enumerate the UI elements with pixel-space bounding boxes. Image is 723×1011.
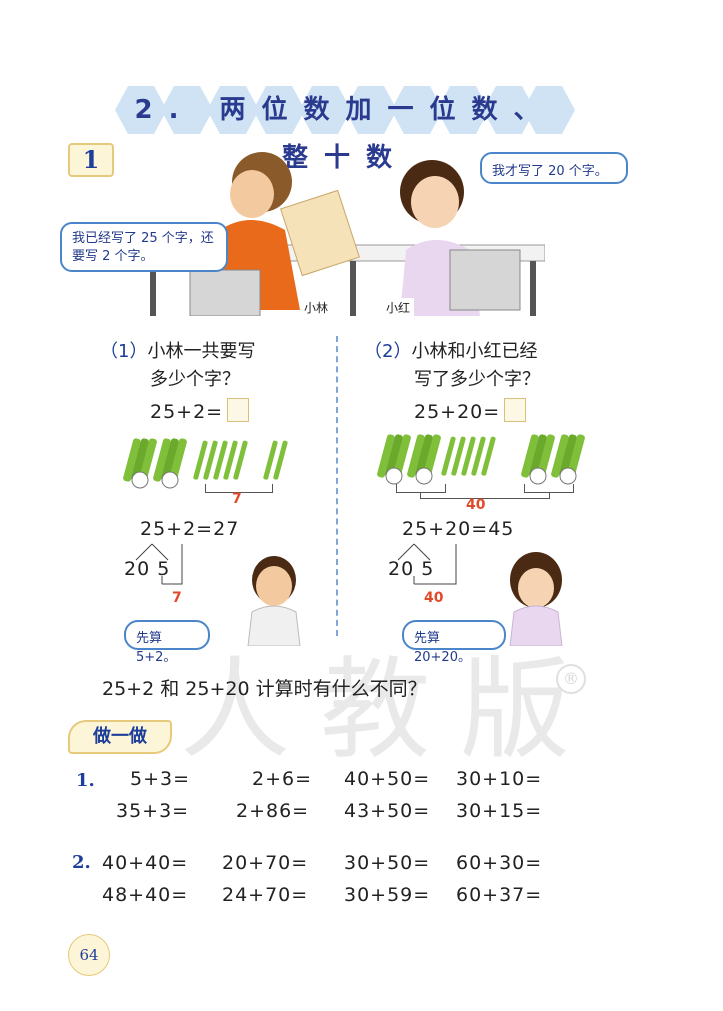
practice-label: 做一做: [68, 720, 172, 754]
part1-equation: 25+2=: [150, 398, 250, 423]
part1-bracket-label: 7: [232, 491, 242, 507]
part1-split-label: 7: [172, 590, 182, 606]
part2-bundle-1: [377, 434, 411, 485]
part1-result: 25+2=27: [140, 518, 240, 540]
exercise-2-item: 30+59=: [344, 884, 431, 906]
registered-mark: ®: [556, 664, 586, 694]
exercise-1-item: 5+3=: [130, 768, 191, 790]
exercise-1-item: 30+15=: [456, 800, 543, 822]
part2-equation-text: 25+20=: [414, 401, 501, 423]
part1-answer-box[interactable]: [227, 398, 250, 422]
part1-equation-text: 25+2=: [150, 401, 224, 423]
exercise-1-item: 2+6=: [252, 768, 313, 790]
exercise-2-item: 24+70=: [222, 884, 309, 906]
lesson-title-band: 2. 两位数加一位数、整十数: [115, 86, 575, 173]
part2-bundle-2: [407, 434, 441, 485]
exercise-2-number: 2.: [72, 852, 91, 873]
exercise-2-item: 60+30=: [456, 852, 543, 874]
part2-question-line2: 写了多少个字？: [414, 369, 540, 390]
part1-question-line1: 小林一共要写: [147, 341, 256, 362]
part2-bracket-label: 40: [466, 497, 486, 513]
part2-bundle-3: [521, 434, 555, 485]
exercise-2-item: 48+40=: [102, 884, 189, 906]
part2-split-digits: 20 5: [388, 558, 435, 580]
exercise-1-item: 30+10=: [456, 768, 543, 790]
part2-answer-box[interactable]: [504, 398, 527, 422]
boy-speech-bubble: 我已经写了 25 个字，还要写 2 个字。: [60, 222, 228, 272]
exercise-2-item: 30+50=: [344, 852, 431, 874]
part1-number: （1）: [100, 341, 148, 362]
lesson-title: 2. 两位数加一位数、整十数: [134, 95, 556, 173]
example-number-badge: 1: [68, 143, 114, 177]
part2-question: （2）小林和小红已经: [364, 338, 537, 366]
part2-counting-sticks: [377, 434, 585, 485]
part2-split-label: 40: [424, 590, 444, 606]
exercise-1-item: 40+50=: [344, 768, 431, 790]
page-number: 64: [68, 934, 110, 976]
exercise-2-item: 60+37=: [456, 884, 543, 906]
exercise-1-number: 1.: [76, 770, 95, 791]
part2-result: 25+20=45: [402, 518, 515, 540]
part1-loose-sticks: [193, 440, 288, 480]
part2-bundle-4: [551, 434, 585, 485]
part1-question: （1）小林一共要写: [100, 338, 255, 366]
girl-name-label: 小红: [382, 298, 415, 317]
part1-split-digits: 20 5: [124, 558, 171, 580]
exercise-2-item: 20+70=: [222, 852, 309, 874]
part2-number: （2）: [364, 341, 412, 362]
exercise-1-item: 2+86=: [236, 800, 310, 822]
compare-question: 25+2 和 25+20 计算时有什么不同？: [102, 678, 427, 700]
part1-question-line2: 多少个字？: [150, 369, 240, 390]
exercise-1-item: 35+3=: [116, 800, 190, 822]
boy-name-label: 小林: [300, 298, 333, 317]
part1-bundle-2: [153, 438, 187, 489]
part2-equation: 25+20=: [414, 398, 527, 423]
column-divider: [336, 336, 338, 636]
part2-loose-sticks: [441, 436, 496, 476]
girl-speech-bubble: 我才写了 20 个字。: [480, 152, 628, 184]
part2-question-line1: 小林和小红已经: [411, 341, 538, 362]
exercise-1-item: 43+50=: [344, 800, 431, 822]
exercise-2-item: 40+40=: [102, 852, 189, 874]
part1-bundle-1: [123, 438, 157, 489]
